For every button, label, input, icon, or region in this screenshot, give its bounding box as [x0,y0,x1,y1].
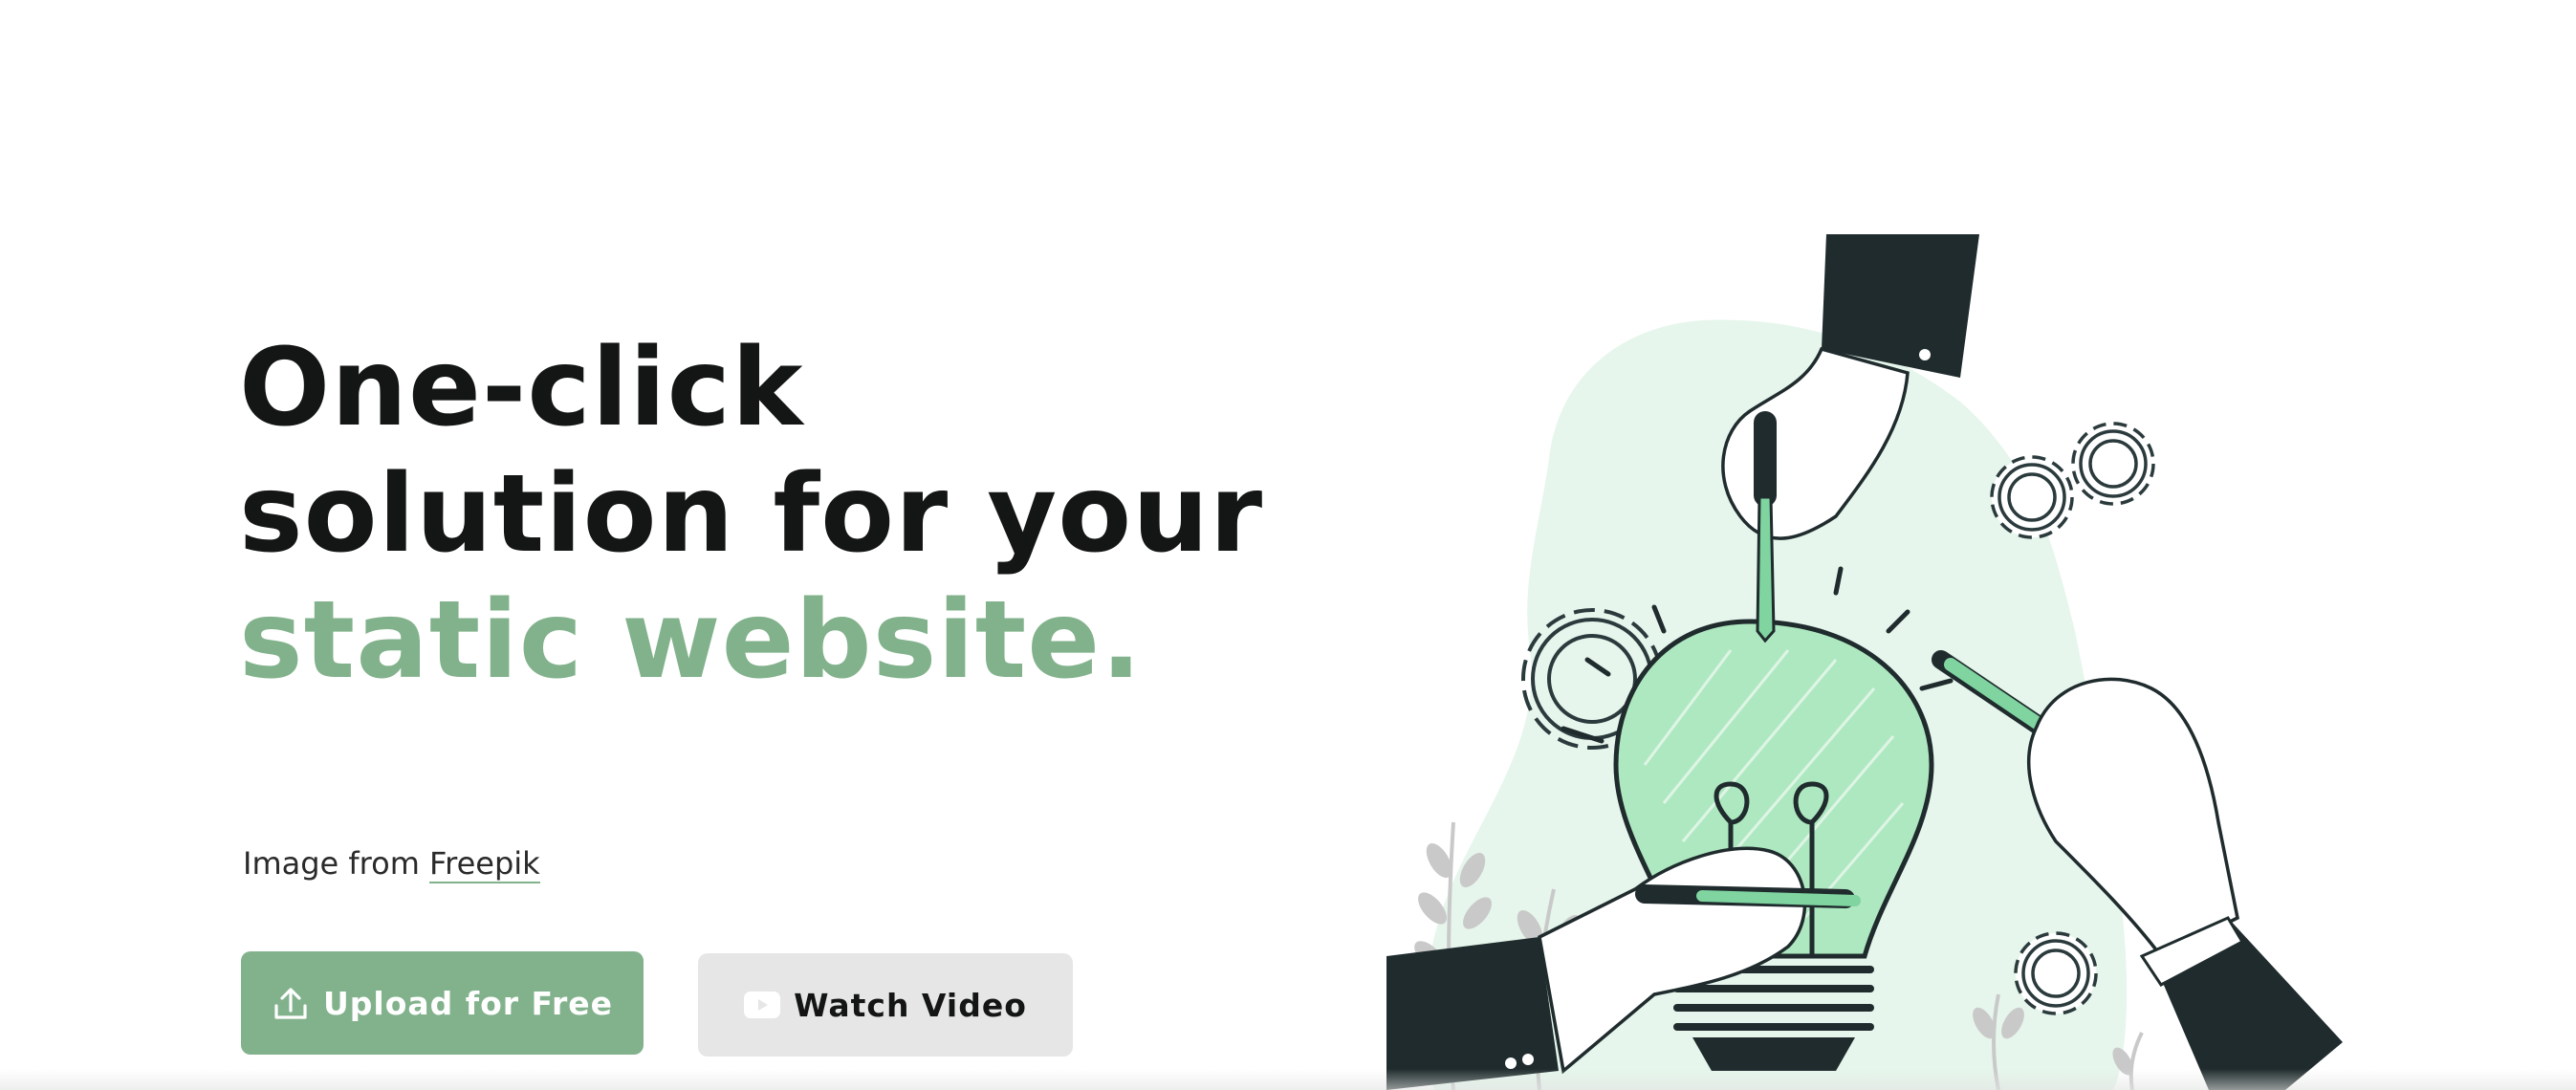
hero-title: One-click solution for your static websi… [239,325,1263,704]
image-credit-prefix: Image from [243,845,430,882]
gear-icon-small-1 [1990,455,2074,539]
freepik-link[interactable]: Freepik [429,845,540,883]
watch-video-label: Watch Video [794,986,1027,1024]
gear-icon-small-3 [2014,931,2098,1015]
upload-icon [272,984,310,1022]
hero-title-line-1: One-click [239,326,804,450]
hero-title-line-2: solution for your [239,452,1264,577]
landing-page: One-click solution for your static websi… [0,0,2576,1090]
hero-title-line-3: static website. [239,578,1143,703]
gear-icon-small-2 [2071,422,2155,506]
upload-button-label: Upload for Free [322,984,614,1022]
lightbulb-illustration [1386,234,2343,1090]
upload-for-free-button[interactable]: Upload for Free [241,951,644,1055]
image-credit: Image from Freepik [243,845,540,883]
youtube-icon [744,992,781,1018]
watch-video-button[interactable]: Watch Video [698,953,1073,1057]
